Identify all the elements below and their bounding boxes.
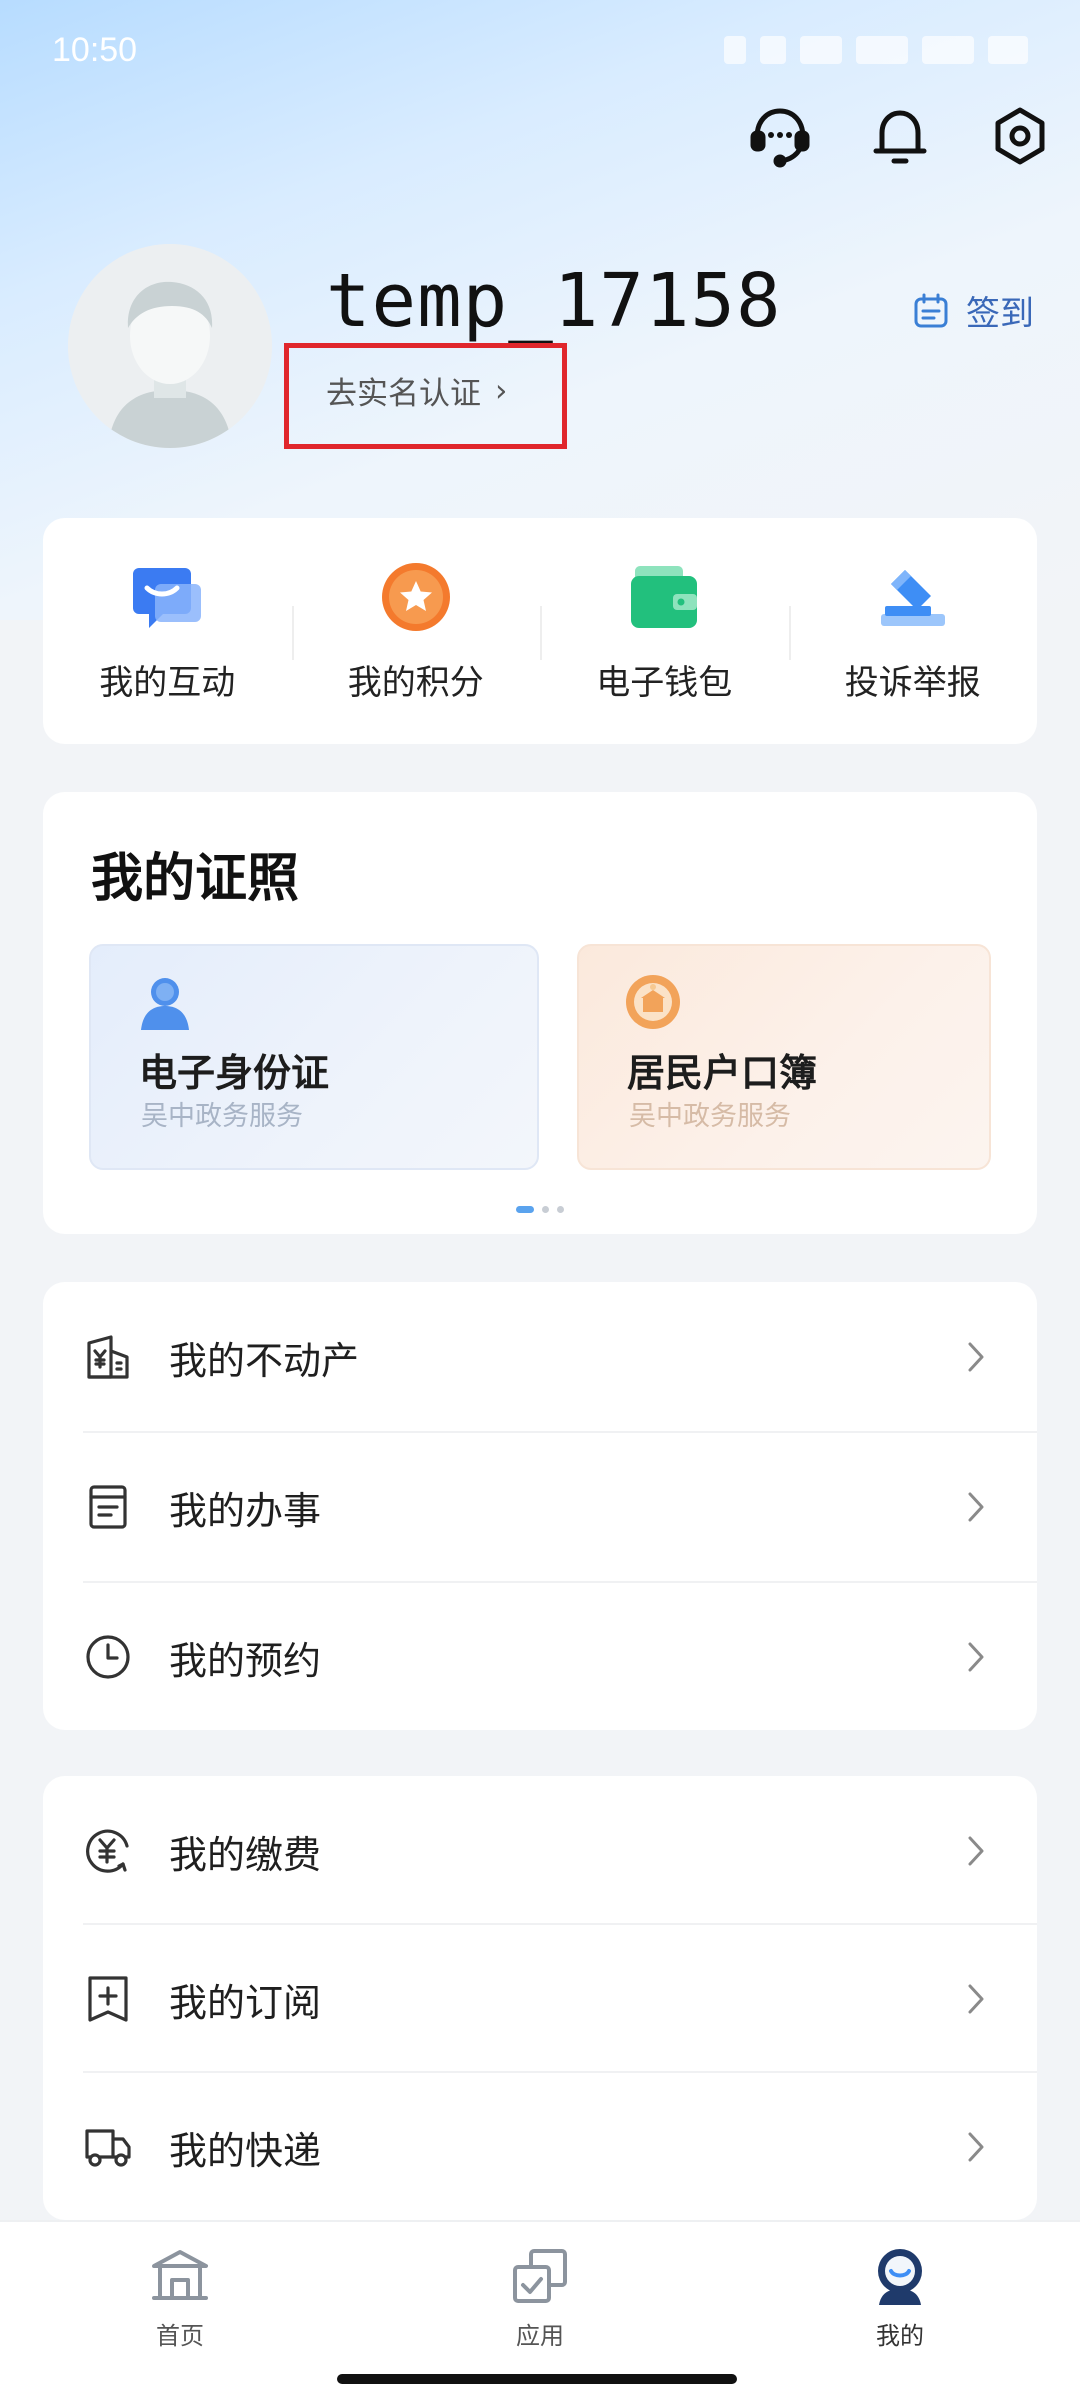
license-name: 居民户口簿 [627, 1051, 818, 1095]
chat-bubble-icon [129, 559, 205, 635]
quick-action-points[interactable]: 我的积分 [291, 518, 541, 744]
tab-label: 应用 [516, 2322, 564, 2350]
bottom-navigation: 首页 应用 我的 [0, 2220, 1080, 2400]
quick-action-interaction[interactable]: 我的互动 [43, 518, 292, 744]
star-badge-icon [378, 559, 454, 635]
menu-item-appointment[interactable]: 我的预约 [43, 1582, 1037, 1732]
quick-action-wallet[interactable]: 电子钱包 [540, 518, 789, 744]
tab-profile[interactable]: 我的 [820, 2244, 980, 2351]
chevron-right-icon [967, 1487, 993, 1527]
quick-action-label: 我的积分 [347, 662, 484, 703]
license-card-household[interactable]: 居民户口簿 吴中政务服务 [577, 944, 991, 1170]
license-card-id[interactable]: 电子身份证 吴中政务服务 [89, 944, 539, 1170]
signin-button[interactable]: 签到 [912, 286, 1034, 335]
menu-item-delivery[interactable]: 我的快递 [43, 2072, 1037, 2222]
signin-label: 签到 [966, 294, 1034, 334]
carousel-dot[interactable] [542, 1206, 549, 1213]
chevron-right-icon [967, 1979, 993, 2019]
tab-apps[interactable]: 应用 [460, 2244, 620, 2351]
menu-item-label: 我的办事 [169, 1488, 322, 1533]
carousel-dot[interactable] [557, 1206, 564, 1213]
quick-action-label: 投诉举报 [844, 662, 981, 703]
quick-actions-card: 我的互动 我的积分 电子钱包 投诉举报 [43, 518, 1037, 744]
licenses-title: 我的证照 [91, 848, 300, 909]
quick-action-report[interactable]: 投诉举报 [788, 518, 1038, 744]
chevron-right-icon [967, 1337, 993, 1377]
avatar[interactable] [68, 244, 272, 448]
license-issuer: 吴中政务服务 [629, 1101, 791, 1132]
chevron-right-icon [967, 2127, 993, 2167]
status-time: 10:50 [52, 30, 138, 69]
menu-item-property[interactable]: 我的不动产 [43, 1282, 1037, 1432]
person-icon [135, 972, 195, 1032]
menu-group-personal: 我的缴费 我的订阅 我的快递 [43, 1776, 1037, 2220]
subscribe-icon [81, 1972, 135, 2026]
tab-label: 我的 [876, 2322, 924, 2350]
profile-icon [868, 2244, 932, 2308]
status-icons [724, 36, 1028, 64]
annotation-highlight-box [284, 343, 567, 449]
menu-item-payment[interactable]: 我的缴费 [43, 1776, 1037, 1926]
username: temp_17158 [326, 258, 782, 344]
property-icon [81, 1330, 135, 1384]
wallet-icon [626, 559, 702, 635]
quick-action-label: 我的互动 [99, 662, 236, 703]
customer-service-icon[interactable] [744, 100, 816, 172]
menu-item-label: 我的快递 [169, 2128, 322, 2173]
delivery-icon [81, 2120, 135, 2174]
home-icon [148, 2244, 212, 2308]
carousel-dot[interactable] [516, 1206, 534, 1213]
menu-item-label: 我的订阅 [169, 1980, 322, 2025]
tab-home[interactable]: 首页 [100, 2244, 260, 2351]
quick-action-label: 电子钱包 [596, 662, 733, 703]
document-icon [81, 1480, 135, 1534]
menu-item-label: 我的预约 [169, 1638, 322, 1683]
menu-item-affairs[interactable]: 我的办事 [43, 1432, 1037, 1582]
status-bar: 10:50 [0, 0, 1080, 100]
licenses-card: 我的证照 电子身份证 吴中政务服务 居民户口簿 吴中政务服务 [43, 792, 1037, 1234]
calendar-icon [914, 293, 948, 327]
menu-item-label: 我的不动产 [169, 1338, 360, 1383]
clock-icon [81, 1630, 135, 1684]
license-name: 电子身份证 [139, 1051, 330, 1095]
menu-item-label: 我的缴费 [169, 1832, 322, 1877]
carousel-dots [43, 1206, 1037, 1213]
gear-icon[interactable] [984, 100, 1056, 172]
apps-icon [508, 2244, 572, 2308]
header-actions [744, 100, 1056, 172]
chevron-right-icon [967, 1831, 993, 1871]
report-icon [875, 559, 951, 635]
chevron-right-icon [967, 1637, 993, 1677]
license-issuer: 吴中政务服务 [141, 1101, 303, 1132]
emblem-icon [623, 972, 683, 1032]
home-indicator[interactable] [337, 2374, 737, 2384]
menu-item-subscription[interactable]: 我的订阅 [43, 1924, 1037, 2074]
bell-icon[interactable] [864, 100, 936, 172]
menu-group-services: 我的不动产 我的办事 我的预约 [43, 1282, 1037, 1730]
tab-label: 首页 [156, 2322, 204, 2350]
payment-icon [81, 1824, 135, 1878]
